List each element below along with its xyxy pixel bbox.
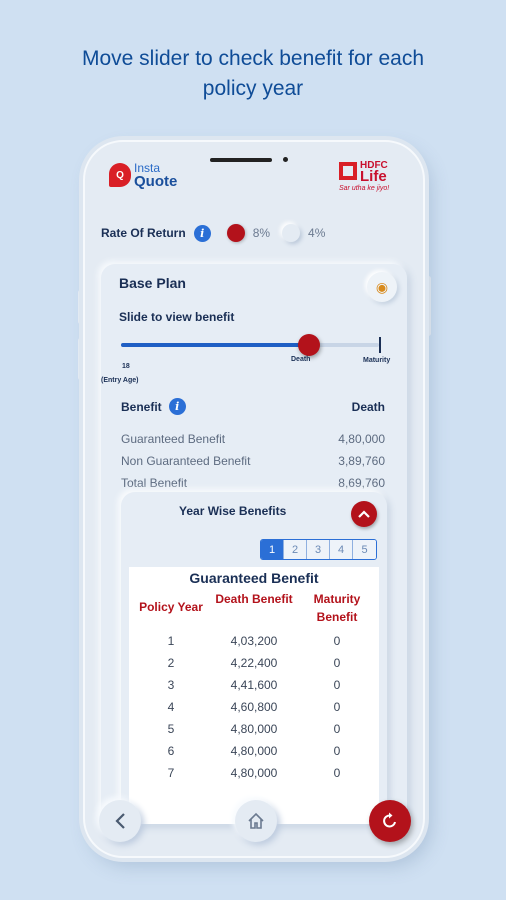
slider-label: Slide to view benefit [119,310,235,324]
benefit-label: Benefit [121,399,162,414]
year-wise-panel: Year Wise Benefits 12345 Guaranteed Bene… [121,492,387,824]
info-icon[interactable]: i [193,224,211,242]
cell-year: 6 [167,744,175,758]
cell-death-benefit: 4,80,000 [230,722,278,736]
brand-tagline: Sar utha ke jiyo! [339,185,390,192]
refresh-icon [383,812,396,828]
headline-line1: Move slider to check benefit for each [81,47,424,70]
guaranteed-benefit-table: Guaranteed Benefit Policy Year Death Ben… [129,567,379,824]
brand-quote: Quote [134,173,178,190]
benefit-header: Benefit i Death [121,398,385,415]
cell-death-benefit: 4,22,400 [230,656,278,670]
benefit-row-label: Guaranteed Benefit [121,432,226,446]
collapse-button[interactable] [351,501,377,527]
rate-8-radio[interactable] [226,224,245,242]
back-button[interactable] [99,800,141,842]
slider-maturity-label: Maturity [363,357,391,364]
table-row: 2 4,22,400 0 [129,652,379,674]
cell-death-benefit: 4,80,000 [230,744,278,758]
benefit-row-value: 8,69,760 [338,476,385,490]
cell-year: 3 [167,678,175,692]
cell-maturity-benefit: 0 [333,722,341,736]
page-4-button[interactable]: 4 [330,540,353,559]
table-header: Policy Year Death Benefit Maturity Benef… [129,590,379,626]
slider-start-value: 18 [122,363,130,370]
bottom-nav [85,794,423,856]
benefit-row-value: 4,80,000 [338,432,385,446]
headline: Move slider to check benefit for each po… [0,44,506,104]
cell-year: 1 [167,634,175,648]
home-icon [248,812,264,829]
page-1-button[interactable]: 1 [261,540,284,559]
cell-year: 7 [167,766,175,780]
chevron-up-icon [358,510,370,518]
table-row: 5 4,80,000 0 [129,718,379,740]
table-row: 1 4,03,200 0 [129,630,379,652]
table-body: 1 4,03,200 0 2 4,22,400 0 3 4,41,600 0 4 4,60,800 0… [129,630,379,784]
cell-death-benefit: 4,03,200 [230,634,278,648]
money-bag-icon[interactable]: ◉ [367,272,397,302]
slider-thumb[interactable] [298,334,321,356]
cell-maturity-benefit: 0 [333,678,341,692]
page-5-button[interactable]: 5 [353,540,376,559]
slider-death-label: Death [291,356,311,363]
home-button[interactable] [235,800,277,842]
benefit-row: Guaranteed Benefit 4,80,000 [121,432,385,446]
rate-4-label: 4% [308,226,326,240]
rate-8-label: 8% [252,226,271,240]
rate-of-return-label: Rate Of Return [101,226,186,240]
table-row: 7 4,80,000 0 [129,762,379,784]
page-3-button[interactable]: 3 [307,540,330,559]
cell-maturity-benefit: 0 [333,766,341,780]
table-row: 6 4,80,000 0 [129,740,379,762]
benefit-row-value: 3,89,760 [338,454,385,468]
page-2-button[interactable]: 2 [284,540,307,559]
benefit-column: Death [351,399,385,414]
rate-4-radio[interactable] [282,224,301,242]
header-death-benefit: Death Benefit [215,592,293,606]
slider-fill [121,343,310,347]
benefit-row: Non Guaranteed Benefit 3,89,760 [121,454,385,468]
year-wise-title: Year Wise Benefits [179,504,287,518]
insta-quote-logo: Q Insta Quote [109,162,178,190]
benefit-row-label: Total Benefit [121,476,188,490]
cell-death-benefit: 4,60,800 [230,700,278,714]
benefit-row: Total Benefit 8,69,760 [121,476,385,490]
slider-start-caption: (Entry Age) [101,377,139,384]
benefit-slider[interactable] [121,334,381,356]
phone-frame: Q Insta Quote HDFC Life Sar utha ke jiyo… [83,140,425,858]
phone-camera [283,157,288,162]
hdfc-life-logo: HDFC Life Sar utha ke jiyo! [339,160,401,192]
table-title: Guaranteed Benefit [189,570,319,586]
cell-maturity-benefit: 0 [333,634,341,648]
cell-death-benefit: 4,80,000 [230,766,278,780]
cell-year: 2 [167,656,175,670]
benefit-row-label: Non Guaranteed Benefit [121,454,251,468]
rate-of-return-row: Rate Of Return i 8% 4% [101,224,325,242]
cell-maturity-benefit: 0 [333,744,341,758]
cell-maturity-benefit: 0 [333,656,341,670]
cell-year: 5 [167,722,175,736]
brand-life: Life [360,168,387,185]
benefit-info-icon[interactable]: i [168,398,186,415]
chevron-left-icon [115,813,125,829]
reset-button[interactable] [369,800,411,842]
quote-bubble-icon: Q [109,163,131,187]
phone-power-button [426,276,431,336]
cell-maturity-benefit: 0 [333,700,341,714]
cell-death-benefit: 4,41,600 [230,678,278,692]
phone-speaker [210,158,272,162]
table-row: 4 4,60,800 0 [129,696,379,718]
cell-year: 4 [167,700,175,714]
header-maturity-benefit: Maturity Benefit [313,592,361,624]
base-plan-card: Base Plan ◉ Slide to view benefit Death … [101,264,407,824]
header-policy-year: Policy Year [139,600,203,614]
table-row: 3 4,41,600 0 [129,674,379,696]
base-plan-title: Base Plan [119,275,186,291]
hdfc-square-icon [339,162,357,180]
year-pagination: 12345 [260,539,377,560]
headline-line2: policy year [202,77,304,100]
slider-end-tick [379,337,381,353]
